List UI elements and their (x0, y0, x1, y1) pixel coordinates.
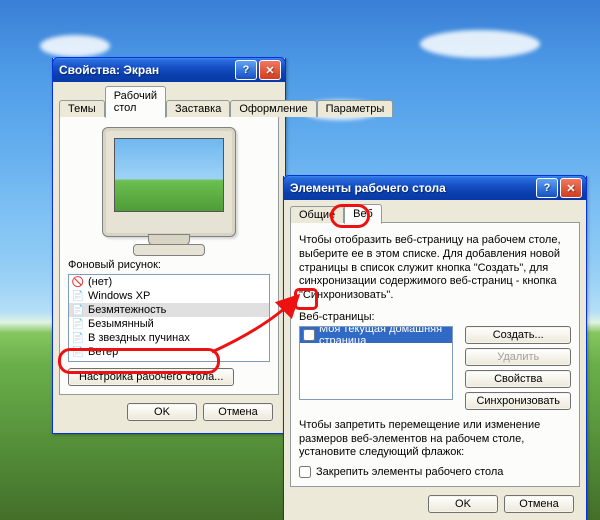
lock-instructions: Чтобы запретить перемещение или изменени… (299, 419, 571, 460)
properties-button[interactable]: Свойства (465, 370, 571, 388)
close-button[interactable]: ✕ (259, 60, 281, 80)
window-title: Свойства: Экран (59, 63, 233, 77)
tab-appearance[interactable]: Оформление (230, 100, 316, 117)
list-item[interactable]: 📄 Безымянный (69, 317, 269, 331)
tab-web-panel: Чтобы отобразить веб-страницу на рабочем… (290, 222, 580, 487)
none-icon: 🚫 (72, 276, 84, 288)
list-item-label: В звездных пучинах (88, 332, 190, 344)
tabstrip: Темы Рабочий стол Заставка Оформление Па… (59, 86, 279, 117)
lock-desktop-items-checkbox-row[interactable]: Закрепить элементы рабочего стола (299, 466, 571, 478)
ok-button[interactable]: OK (428, 495, 498, 513)
desktop-wallpaper: Свойства: Экран ? ✕ Темы Рабочий стол За… (0, 0, 600, 520)
tab-settings[interactable]: Параметры (317, 100, 394, 117)
tab-general[interactable]: Общие (290, 206, 344, 223)
list-item[interactable]: 📄 Безмятежность (69, 303, 269, 317)
webpages-listbox[interactable]: Моя текущая домашняя страница (299, 326, 453, 400)
tab-desktop[interactable]: Рабочий стол (105, 86, 166, 118)
new-button[interactable]: Создать... (465, 326, 571, 344)
file-icon: 📄 (72, 332, 84, 344)
synchronize-button[interactable]: Синхронизовать (465, 392, 571, 410)
display-properties-window: Свойства: Экран ? ✕ Темы Рабочий стол За… (52, 58, 286, 434)
delete-button[interactable]: Удалить (465, 348, 571, 366)
help-button[interactable]: ? (536, 178, 558, 198)
tab-desktop-panel: Фоновый рисунок: 🚫 (нет) 📄 Windows XP 📄 Безмя… (59, 116, 279, 395)
webpages-label: Веб-страницы: (299, 311, 571, 323)
titlebar[interactable]: Элементы рабочего стола ? ✕ (283, 175, 587, 200)
customize-desktop-button[interactable]: Настройка рабочего стола... (68, 368, 234, 386)
list-item-label: Windows XP (88, 290, 150, 302)
list-item-label: Безымянный (88, 318, 154, 330)
tab-web[interactable]: Веб (344, 204, 382, 224)
desktop-items-window: Элементы рабочего стола ? ✕ Общие Веб Чт… (283, 176, 587, 520)
list-item-label: (нет) (88, 276, 112, 288)
cancel-button[interactable]: Отмена (203, 403, 273, 421)
list-item-label: Безмятежность (88, 304, 166, 316)
lock-desktop-items-checkbox[interactable] (299, 466, 311, 478)
webpages-side-buttons: Создать... Удалить Свойства Синхронизова… (465, 326, 571, 410)
titlebar[interactable]: Свойства: Экран ? ✕ (52, 57, 286, 82)
file-icon: 📄 (72, 290, 84, 302)
cancel-button[interactable]: Отмена (504, 495, 574, 513)
tabstrip: Общие Веб (290, 204, 580, 223)
help-button[interactable]: ? (235, 60, 257, 80)
file-icon: 📄 (72, 304, 84, 316)
wallpaper-preview-monitor (102, 127, 236, 237)
list-item[interactable]: 📄 В звездных пучинах (69, 331, 269, 345)
list-item-label: Моя текущая домашняя страница (319, 326, 449, 347)
list-item[interactable]: 🚫 (нет) (69, 275, 269, 289)
web-instructions: Чтобы отобразить веб-страницу на рабочем… (299, 234, 571, 303)
tab-screensaver[interactable]: Заставка (166, 100, 230, 117)
close-button[interactable]: ✕ (560, 178, 582, 198)
list-item[interactable]: 📄 Windows XP (69, 289, 269, 303)
file-icon: 📄 (72, 346, 84, 358)
list-item[interactable]: 📄 Ветер (69, 345, 269, 359)
background-label: Фоновый рисунок: (68, 259, 270, 271)
list-item-checkbox[interactable] (303, 329, 315, 341)
list-item-label: Ветер (88, 346, 118, 358)
window-title: Элементы рабочего стола (290, 181, 534, 195)
ok-button[interactable]: OK (127, 403, 197, 421)
lock-desktop-items-label: Закрепить элементы рабочего стола (316, 466, 503, 478)
file-icon: 📄 (72, 318, 84, 330)
tab-themes[interactable]: Темы (59, 100, 105, 117)
background-listbox[interactable]: 🚫 (нет) 📄 Windows XP 📄 Безмятежность 📄 Безымянн… (68, 274, 270, 362)
list-item[interactable]: Моя текущая домашняя страница (300, 327, 452, 343)
